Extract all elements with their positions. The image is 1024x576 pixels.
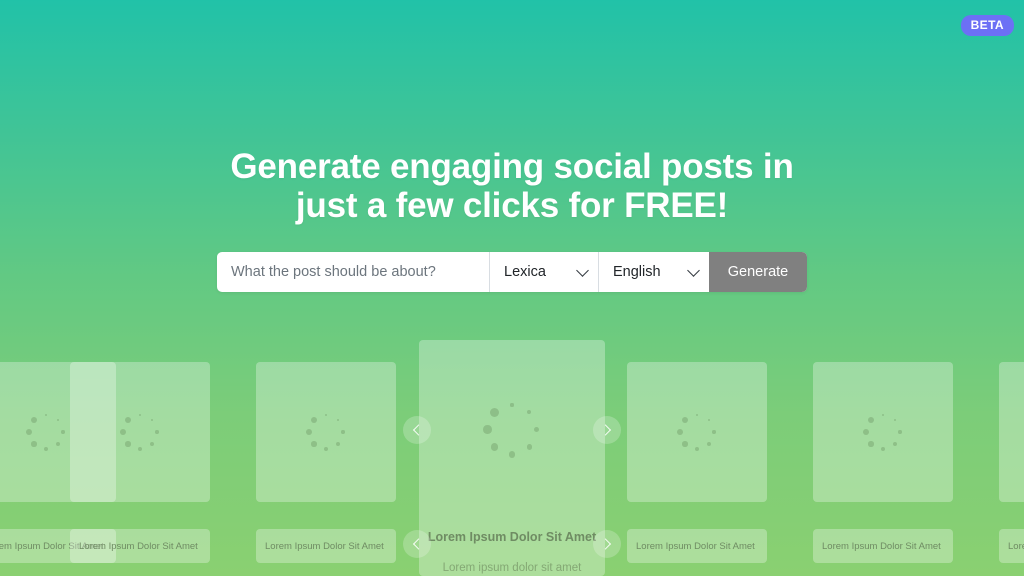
- source-select-wrapper: Lexica: [490, 252, 598, 292]
- generate-button[interactable]: Generate: [709, 252, 807, 292]
- card-image-placeholder: [256, 362, 396, 502]
- card-caption: Lorem Ipsum Dolor Sit Amet: [256, 529, 396, 563]
- card-caption: Lorem Ipsum Dolor Sit Amet: [813, 529, 953, 563]
- search-input[interactable]: [217, 252, 489, 292]
- card-image-placeholder-icon: [117, 409, 163, 455]
- carousel-prev-button[interactable]: [403, 416, 431, 444]
- card-caption: Lorem Ipsum Dolor Sit Amet: [627, 529, 767, 563]
- card-image-placeholder: [627, 362, 767, 502]
- card-caption-text: Lorem Ipsum Dolor Sit Amet: [265, 540, 384, 552]
- card-caption: Lorem Ipsum Dolor Sit Amet: [999, 529, 1024, 563]
- card-caption-text: Lorem Ipsum Dolor Sit Amet: [636, 540, 755, 552]
- language-select[interactable]: English: [599, 252, 709, 292]
- card-image-placeholder-icon: [483, 403, 540, 458]
- card-image-placeholder-icon: [674, 409, 720, 455]
- featured-card[interactable]: Lorem Ipsum Dolor Sit Amet Lorem ipsum d…: [419, 340, 605, 576]
- page-title: Generate engaging social posts in just a…: [230, 147, 794, 225]
- card-caption-text: Lorem Ipsum Dolor Sit Amet: [1008, 540, 1024, 552]
- carousel-prev-button-lower[interactable]: [403, 530, 431, 558]
- card-image-placeholder-icon: [23, 409, 69, 455]
- carousel-next-button-lower[interactable]: [593, 530, 621, 558]
- hero-section: Generate engaging social posts in just a…: [0, 0, 1024, 292]
- beta-badge[interactable]: BETA: [960, 15, 1014, 36]
- featured-card-body: Lorem ipsum dolor sit amet: [442, 562, 582, 574]
- results-carousel: Lorem Ipsum Dolor Sit AmetLorem Ipsum Do…: [0, 340, 1024, 576]
- card-caption: Lorem Ipsum Dolor Sit Amet: [70, 529, 210, 563]
- card-image-placeholder: [813, 362, 953, 502]
- card-image-placeholder: [70, 362, 210, 502]
- search-bar: Lexica English Generate: [217, 252, 807, 292]
- card-image-placeholder: [999, 362, 1024, 502]
- card-caption-text: Lorem Ipsum Dolor Sit Amet: [822, 540, 941, 552]
- card-image-placeholder-icon: [860, 409, 906, 455]
- source-select[interactable]: Lexica: [490, 252, 598, 292]
- carousel-next-button[interactable]: [593, 416, 621, 444]
- card-image-placeholder-icon: [303, 409, 349, 455]
- featured-card-title: Lorem Ipsum Dolor Sit Amet: [427, 530, 597, 544]
- language-select-wrapper: English: [599, 252, 709, 292]
- card-caption-text: Lorem Ipsum Dolor Sit Amet: [79, 540, 198, 552]
